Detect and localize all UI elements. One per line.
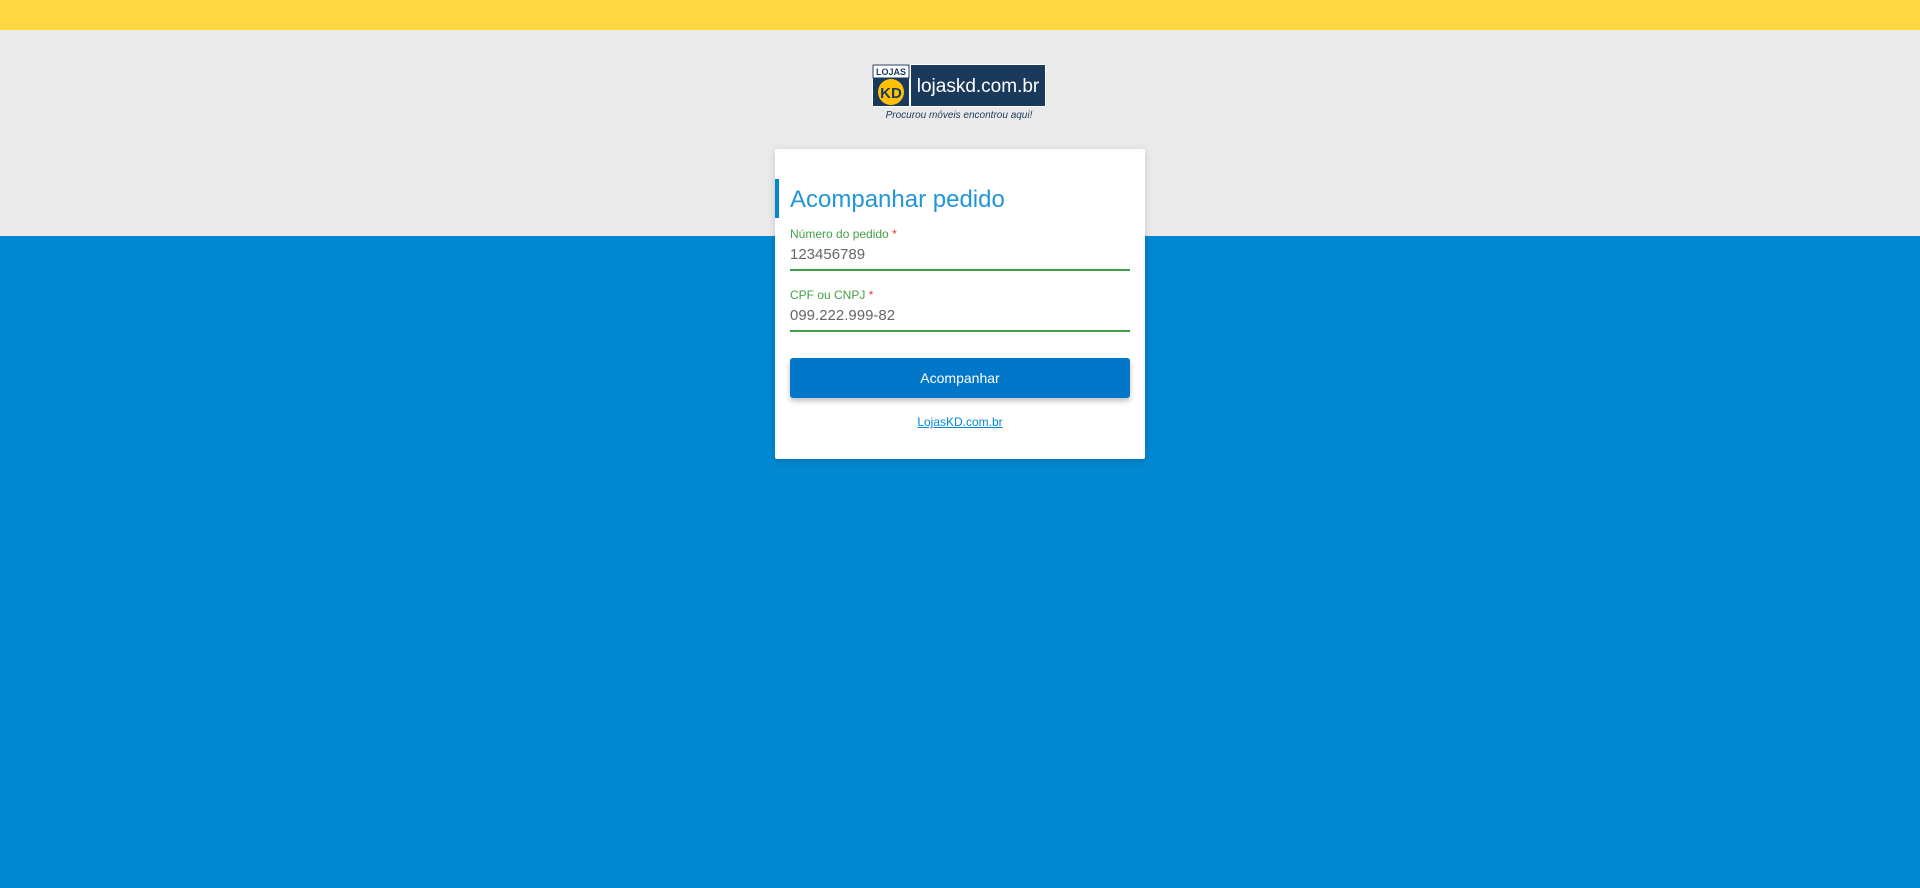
order-number-label: Número do pedido * <box>790 226 1130 242</box>
page: LOJAS KD lojaskd.com.br Procurou móveis … <box>0 0 1920 888</box>
required-mark: * <box>892 227 897 241</box>
logo-lojas-text: LOJAS <box>876 67 906 77</box>
track-order-button[interactable]: Acompanhar <box>790 358 1130 398</box>
top-bar <box>0 0 1920 30</box>
document-label: CPF ou CNPJ * <box>790 287 1130 303</box>
logo-tagline: Procurou móveis encontrou aqui! <box>886 110 1033 120</box>
page-title: Acompanhar pedido <box>790 186 1005 213</box>
title-accent: Acompanhar pedido <box>775 179 1139 218</box>
order-number-input[interactable] <box>790 242 1130 271</box>
logo-domain-text: lojaskd.com.br <box>917 76 1040 97</box>
lojaskd-logo[interactable]: LOJAS KD lojaskd.com.br Procurou móveis … <box>872 64 1046 120</box>
store-home-link[interactable]: LojasKD.com.br <box>775 415 1145 429</box>
track-order-card: Acompanhar pedido Número do pedido * CPF… <box>775 149 1145 459</box>
order-number-field: Número do pedido * <box>790 226 1130 271</box>
document-label-text: CPF ou CNPJ <box>790 288 866 302</box>
order-number-label-text: Número do pedido <box>790 227 889 241</box>
required-mark: * <box>868 288 874 302</box>
cpf-cnpj-input[interactable] <box>790 303 1130 332</box>
logo-kd-text: KD <box>880 85 902 102</box>
document-field: CPF ou CNPJ * <box>790 287 1130 332</box>
